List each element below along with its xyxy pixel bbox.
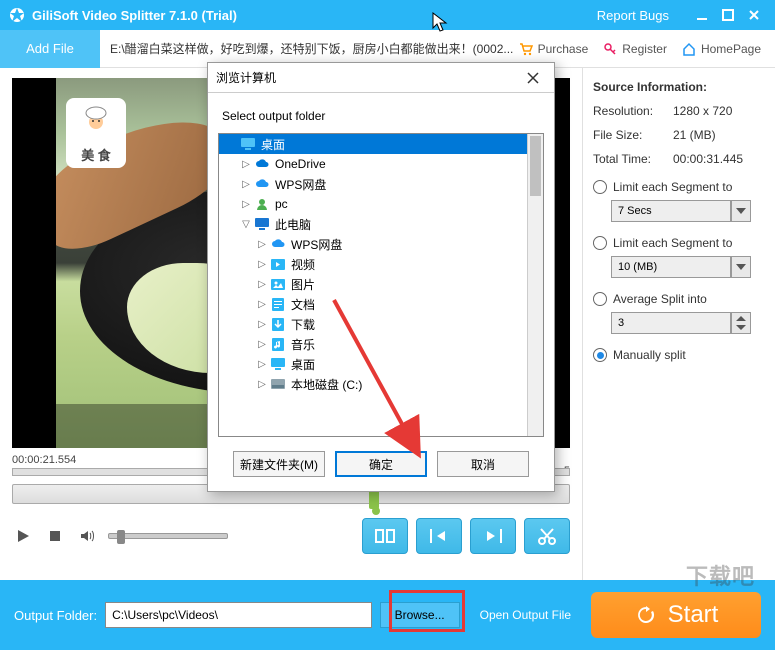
homepage-link[interactable]: HomePage: [681, 41, 761, 57]
key-icon: [602, 41, 618, 57]
set-start-button[interactable]: [416, 518, 462, 554]
cloud-icon: [253, 176, 271, 192]
resolution-label: Resolution:: [593, 104, 673, 118]
app-logo-icon: [8, 6, 26, 24]
radio-icon: [593, 292, 607, 306]
totaltime-value: 00:00:31.445: [673, 152, 765, 166]
tree-node-desktop[interactable]: 桌面: [219, 134, 543, 154]
tree-node-pictures[interactable]: ▷图片: [219, 274, 543, 294]
titlebar: GiliSoft Video Splitter 7.1.0 (Trial) Re…: [0, 0, 775, 30]
tree-node-documents[interactable]: ▷文档: [219, 294, 543, 314]
cancel-button[interactable]: 取消: [437, 451, 529, 477]
desktop-icon: [239, 136, 257, 152]
chef-icon: [81, 104, 111, 134]
maximize-button[interactable]: [715, 5, 741, 25]
play-button[interactable]: [12, 525, 34, 547]
cart-icon: [518, 41, 534, 57]
add-file-button[interactable]: Add File: [0, 30, 100, 68]
filesize-label: File Size:: [593, 128, 673, 142]
badge-text: 美 食: [66, 145, 126, 164]
disk-icon: [269, 376, 287, 392]
filesize-value: 21 (MB): [673, 128, 765, 142]
cloud-icon: [269, 236, 287, 252]
dialog-title: 浏览计算机: [216, 69, 520, 86]
manually-split-radio[interactable]: Manually split: [593, 348, 765, 362]
limit-segment-size-radio[interactable]: Limit each Segment to: [593, 236, 765, 250]
pictures-folder-icon: [269, 276, 287, 292]
average-split-input[interactable]: [611, 312, 731, 334]
music-folder-icon: [269, 336, 287, 352]
dropdown-icon[interactable]: [731, 200, 751, 222]
playback-controls: [12, 518, 570, 554]
refresh-icon: [634, 603, 658, 627]
cloud-icon: [253, 156, 271, 172]
radio-icon: [593, 348, 607, 362]
tree-node-localdisk[interactable]: ▷本地磁盘 (C:): [219, 374, 543, 394]
tree-node-onedrive[interactable]: ▷OneDrive: [219, 154, 543, 174]
folder-tree[interactable]: 桌面 ▷OneDrive ▷WPS网盘 ▷pc ▽此电脑 ▷WPS网盘 ▷视频 …: [218, 133, 544, 437]
tree-node-wps1[interactable]: ▷WPS网盘: [219, 174, 543, 194]
source-info-title: Source Information:: [593, 80, 765, 94]
dialog-close-button[interactable]: [520, 67, 546, 89]
tree-scrollbar[interactable]: [527, 134, 543, 436]
output-folder-input[interactable]: [105, 602, 371, 628]
ok-button[interactable]: 确定: [335, 451, 427, 477]
app-title: GiliSoft Video Splitter 7.1.0 (Trial): [32, 8, 597, 23]
tree-node-downloads[interactable]: ▷下载: [219, 314, 543, 334]
report-bugs-link[interactable]: Report Bugs: [597, 8, 669, 23]
tree-node-thispc[interactable]: ▽此电脑: [219, 214, 543, 234]
tree-node-pc-user[interactable]: ▷pc: [219, 194, 543, 214]
radio-icon: [593, 236, 607, 250]
desktop-icon: [269, 356, 287, 372]
stop-button[interactable]: [44, 525, 66, 547]
radio-icon: [593, 180, 607, 194]
cut-button[interactable]: [524, 518, 570, 554]
split-mark-button[interactable]: [362, 518, 408, 554]
documents-folder-icon: [269, 296, 287, 312]
segment-time-input[interactable]: [611, 200, 731, 222]
average-split-radio[interactable]: Average Split into: [593, 292, 765, 306]
dialog-titlebar: 浏览计算机: [208, 63, 554, 93]
browse-folder-dialog: 浏览计算机 Select output folder 桌面 ▷OneDrive …: [207, 62, 555, 492]
user-icon: [253, 196, 271, 212]
purchase-link[interactable]: Purchase: [518, 41, 589, 57]
segment-size-input[interactable]: [611, 256, 731, 278]
home-icon: [681, 41, 697, 57]
browse-button[interactable]: Browse...: [380, 602, 460, 628]
computer-icon: [253, 216, 271, 232]
tree-node-video[interactable]: ▷视频: [219, 254, 543, 274]
minimize-button[interactable]: [689, 5, 715, 25]
right-pane: Source Information: Resolution:1280 x 72…: [582, 68, 775, 580]
resolution-value: 1280 x 720: [673, 104, 765, 118]
video-folder-icon: [269, 256, 287, 272]
new-folder-button[interactable]: 新建文件夹(M): [233, 451, 325, 477]
output-folder-label: Output Folder:: [14, 608, 97, 623]
volume-icon[interactable]: [76, 525, 98, 547]
file-path-label: E:\醋溜白菜这样做，好吃到爆，还特别下饭，厨房小白都能做出来！(0002...: [100, 40, 518, 57]
start-button[interactable]: Start: [591, 592, 761, 638]
close-button[interactable]: [741, 5, 767, 25]
downloads-folder-icon: [269, 316, 287, 332]
tree-node-music[interactable]: ▷音乐: [219, 334, 543, 354]
open-output-link[interactable]: Open Output File: [480, 608, 571, 622]
dropdown-icon[interactable]: [731, 256, 751, 278]
current-time: 00:00:21.554: [12, 454, 76, 466]
register-link[interactable]: Register: [602, 41, 667, 57]
dialog-prompt: Select output folder: [208, 93, 554, 133]
limit-segment-time-radio[interactable]: Limit each Segment to: [593, 180, 765, 194]
totaltime-label: Total Time:: [593, 152, 673, 166]
volume-slider[interactable]: [108, 533, 228, 539]
set-end-button[interactable]: [470, 518, 516, 554]
tree-node-desktop2[interactable]: ▷桌面: [219, 354, 543, 374]
video-overlay-badge: 美 食: [66, 98, 126, 168]
spinner-icon[interactable]: [731, 312, 751, 334]
tree-node-wps2[interactable]: ▷WPS网盘: [219, 234, 543, 254]
footer: Output Folder: Browse... Open Output Fil…: [0, 580, 775, 650]
